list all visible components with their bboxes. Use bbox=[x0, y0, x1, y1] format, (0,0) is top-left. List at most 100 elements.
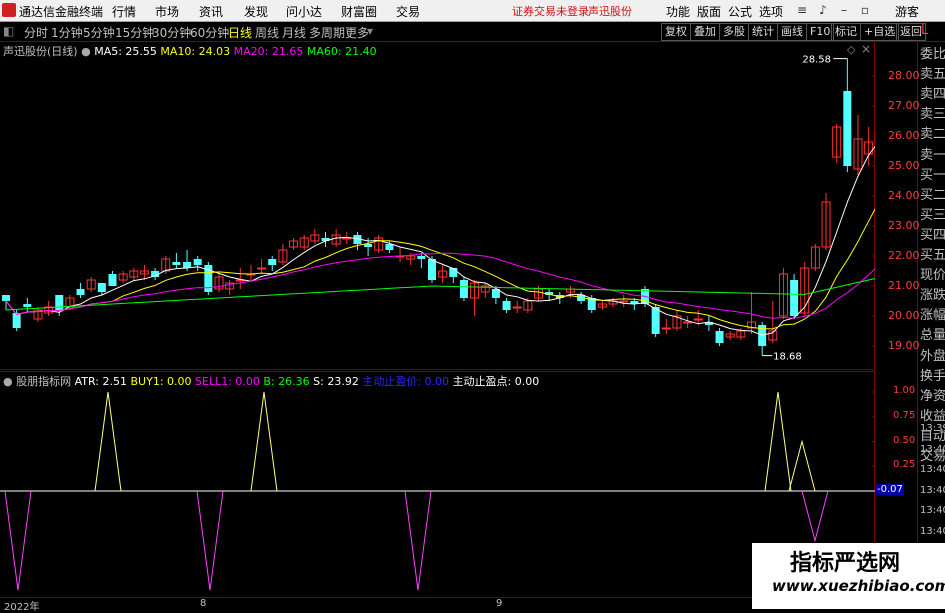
tick-time: 13:40 bbox=[920, 484, 945, 496]
candle bbox=[86, 277, 96, 292]
menu-options[interactable]: 选项 bbox=[759, 3, 783, 20]
price-axis-label: 25.00 bbox=[888, 159, 920, 172]
multistock-button[interactable]: 多股 bbox=[719, 23, 749, 41]
kline-chart[interactable]: 28.58 18.68 bbox=[0, 42, 875, 370]
period-5min[interactable]: 5分钟 bbox=[83, 24, 115, 41]
period-more[interactable]: 更多 bbox=[345, 24, 369, 41]
candle bbox=[843, 58, 852, 172]
quote-field-label: 净资 bbox=[920, 388, 945, 404]
bell-icon[interactable]: ♪ bbox=[815, 2, 831, 18]
minimize-icon[interactable]: – bbox=[836, 2, 852, 18]
tick-time: 13:40 bbox=[920, 464, 945, 475]
indicator-title: 股朋指标网 bbox=[16, 375, 72, 388]
indicator-chart[interactable] bbox=[0, 371, 875, 597]
close-icon[interactable]: × bbox=[861, 42, 871, 56]
period-multi[interactable]: 多周期 bbox=[309, 24, 345, 41]
candle bbox=[214, 274, 224, 292]
diamond-icon[interactable]: ◇ bbox=[847, 43, 855, 56]
candle bbox=[268, 256, 277, 271]
candle-body bbox=[257, 267, 267, 270]
menu-formula[interactable]: 公式 bbox=[728, 3, 752, 20]
menu-ask[interactable]: 问小达 bbox=[286, 3, 322, 20]
hamburger-icon[interactable]: ≡ bbox=[794, 2, 810, 18]
period-timeshare[interactable]: 分时 bbox=[24, 24, 48, 41]
period-1min[interactable]: 1分钟 bbox=[51, 24, 83, 41]
candle bbox=[438, 265, 448, 283]
price-axis-label: 24.00 bbox=[888, 189, 920, 202]
quote-field-label: 买四 bbox=[920, 227, 945, 243]
add-watchlist-button[interactable]: +自选 bbox=[860, 23, 900, 41]
menu-market[interactable]: 市场 bbox=[155, 3, 179, 20]
mark-button[interactable]: 标记 bbox=[831, 23, 861, 41]
buy-signal-spike bbox=[788, 439, 816, 492]
candle bbox=[225, 280, 235, 295]
period-weekly[interactable]: 周线 bbox=[255, 24, 279, 41]
adjust-button[interactable]: 复权 bbox=[661, 23, 691, 41]
quote-field-label: 买三 bbox=[920, 207, 945, 223]
candle bbox=[257, 259, 267, 274]
menu-bar: 通达信金融终端 行情 市场 资讯 发现 问小达 财富圈 交易 证券交易未登录 声… bbox=[0, 0, 945, 22]
candle bbox=[44, 301, 54, 316]
ma5-value: MA5: 25.55 bbox=[94, 45, 157, 58]
candle-body bbox=[651, 307, 660, 334]
legend-dot-icon[interactable]: ● bbox=[81, 45, 91, 58]
candle bbox=[821, 193, 831, 250]
menu-trade[interactable]: 交易 bbox=[396, 3, 420, 20]
kline-chart-panel[interactable]: 28.58 18.68 声迅股份(日线) ● MA5: 25.55 MA10: 2… bbox=[0, 42, 875, 370]
candle-body bbox=[193, 259, 202, 265]
quote-field-label: 买一 bbox=[920, 167, 945, 183]
period-30min[interactable]: 30分钟 bbox=[152, 24, 191, 41]
restore-icon[interactable]: ▫ bbox=[857, 2, 873, 18]
buy-signal-spike bbox=[764, 391, 792, 492]
price-axis-label: 23.00 bbox=[888, 219, 920, 232]
period-monthly[interactable]: 月线 bbox=[282, 24, 306, 41]
candle bbox=[289, 238, 299, 250]
price-axis-label: 22.00 bbox=[888, 249, 920, 262]
quote-field-label: 卖二 bbox=[920, 127, 945, 143]
menu-layout[interactable]: 版面 bbox=[697, 3, 721, 20]
period-15min[interactable]: 15分钟 bbox=[115, 24, 154, 41]
login-warning[interactable]: 证券交易未登录 bbox=[512, 3, 589, 19]
quote-field-label: 买五 bbox=[920, 248, 945, 263]
menu-news[interactable]: 资讯 bbox=[199, 3, 223, 20]
quote-field-label: 卖三 bbox=[920, 107, 945, 123]
period-daily[interactable]: 日线 bbox=[228, 24, 252, 41]
indicator-panel[interactable]: ● 股朋指标网 ATR: 2.51 BUY1: 0.00 SELL1: 0.00… bbox=[0, 371, 875, 597]
watermark-cn: 指标严选网 bbox=[790, 551, 901, 576]
quote-field-label: 涨幅 bbox=[920, 308, 945, 324]
sell1-value: SELL1: 0.00 bbox=[195, 375, 260, 388]
candle bbox=[758, 322, 767, 356]
tick-time: 13:40 bbox=[920, 505, 945, 516]
date-label-2022: 2022年 bbox=[4, 602, 40, 613]
ma60-value: MA60: 21.40 bbox=[306, 45, 377, 58]
s-value: S: 23.92 bbox=[313, 375, 359, 388]
candle bbox=[768, 301, 778, 343]
ma10-value: MA10: 24.03 bbox=[160, 45, 231, 58]
collapse-icon[interactable]: ◧ bbox=[3, 24, 14, 38]
date-label-9: 9 bbox=[496, 598, 503, 609]
overlay-button[interactable]: 叠加 bbox=[690, 23, 720, 41]
menu-function[interactable]: 功能 bbox=[666, 3, 690, 20]
candle-body bbox=[97, 283, 106, 292]
menu-wealth[interactable]: 财富圈 bbox=[341, 3, 377, 20]
drawline-button[interactable]: 画线 bbox=[777, 23, 807, 41]
price-axis-label: 27.00 bbox=[888, 99, 920, 112]
period-60min[interactable]: 60分钟 bbox=[190, 24, 229, 41]
candle-body bbox=[385, 244, 394, 250]
menu-quotes[interactable]: 行情 bbox=[112, 3, 136, 20]
candle bbox=[715, 328, 724, 346]
candle bbox=[374, 235, 384, 253]
quote-field-label: 外盘 bbox=[920, 348, 945, 364]
more-chevron-icon[interactable]: ▾ bbox=[367, 24, 373, 38]
candle bbox=[810, 244, 820, 271]
user-guest[interactable]: 游客 bbox=[895, 3, 919, 20]
quote-field-label: 现价 bbox=[920, 268, 945, 284]
candle-body bbox=[23, 304, 32, 307]
stats-button[interactable]: 统计 bbox=[748, 23, 778, 41]
candle bbox=[672, 310, 682, 331]
candle-body bbox=[661, 327, 671, 330]
menu-discover[interactable]: 发现 bbox=[244, 3, 268, 20]
candle bbox=[832, 124, 842, 163]
indicator-dot-icon[interactable]: ● bbox=[3, 375, 13, 388]
sell-signal-spike bbox=[801, 490, 829, 543]
